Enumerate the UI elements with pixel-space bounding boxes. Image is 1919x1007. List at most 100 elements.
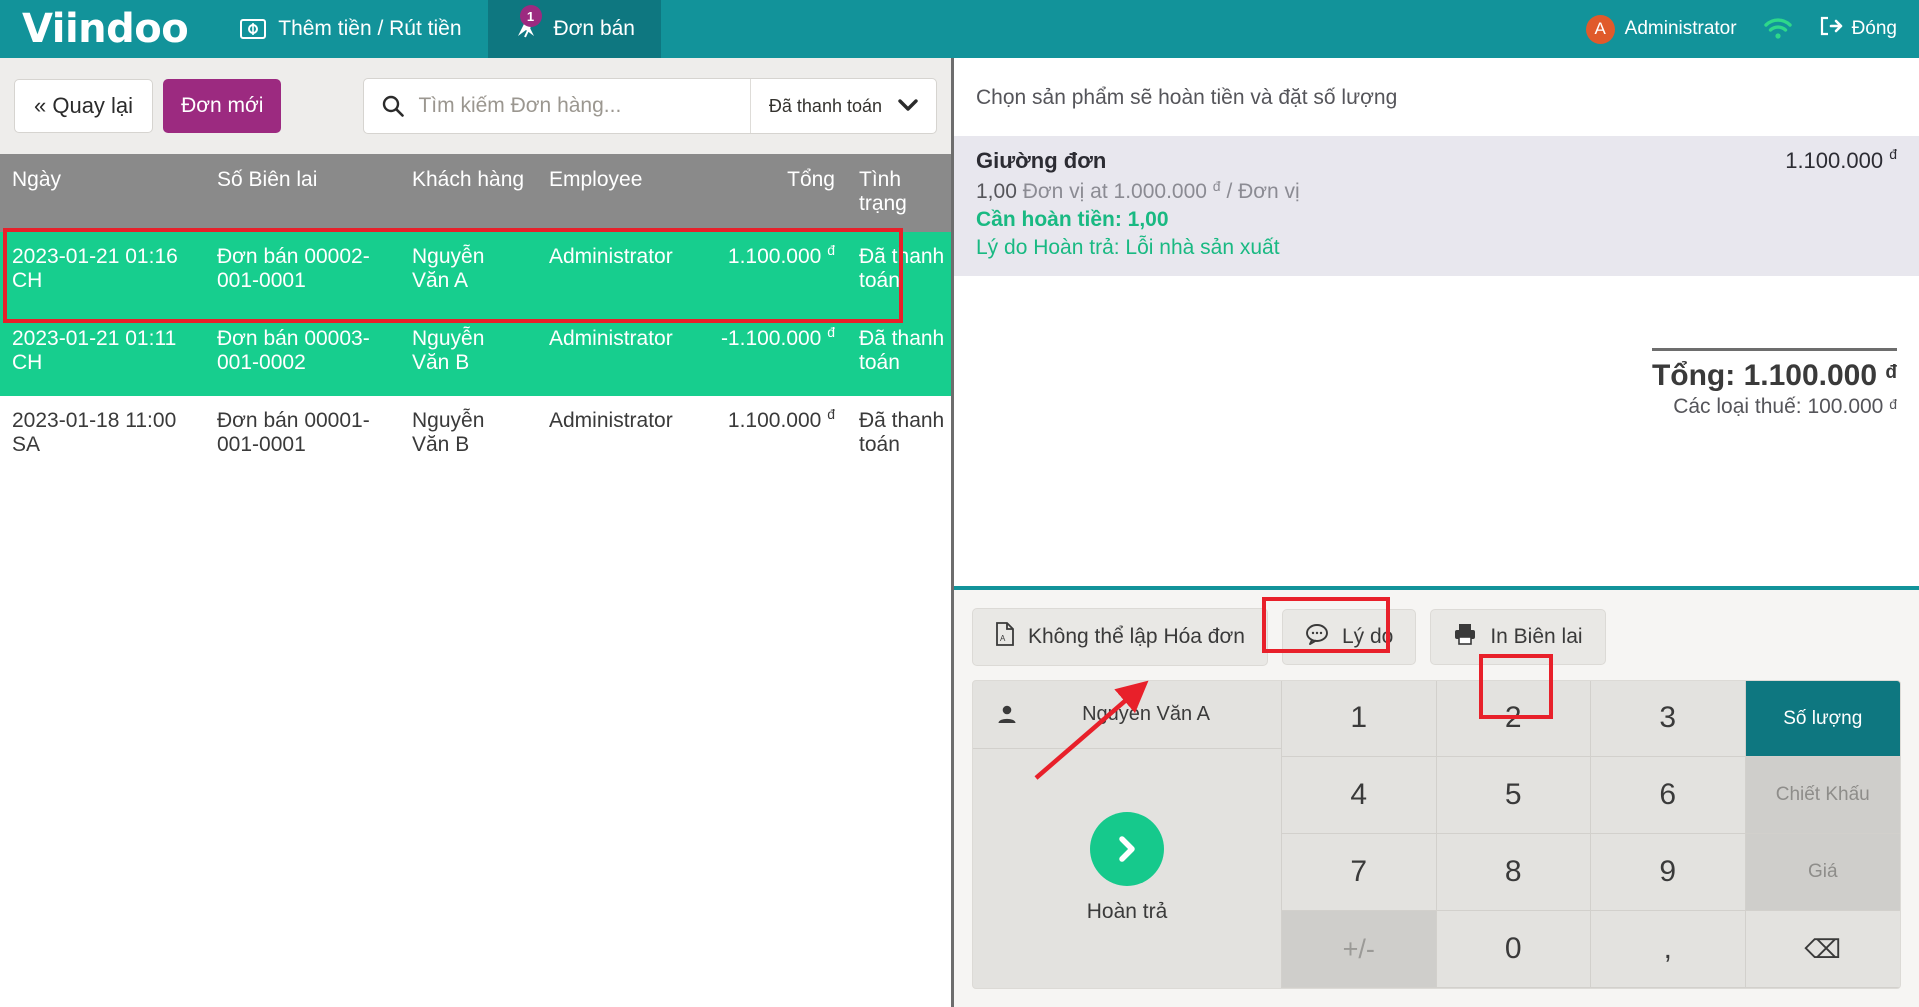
numpad-key-plusminus[interactable]: +/- [1282,911,1437,988]
cell-employee: Administrator [537,396,707,478]
hoan-tra-button[interactable]: Hoàn trả [973,749,1281,989]
numpad-key-backspace[interactable]: ⌫ [1746,911,1901,988]
numpad-mode-quantity[interactable]: Số lượng [1746,681,1901,758]
column-header-employee[interactable]: Employee [537,154,707,232]
user-menu[interactable]: A Administrator [1586,15,1737,44]
cell-state: Đã thanh toán [847,232,951,314]
cell-customer: Nguyễn Văn B [400,396,537,478]
numpad-key-8[interactable]: 8 [1437,834,1592,911]
numpad-mode-discount[interactable]: Chiết Khấu [1746,757,1901,834]
cell-total: 1.100.000 đ [707,232,847,314]
numpad: Nguyễn Văn A Hoàn trả 1 [972,680,1901,990]
totals-divider [1652,348,1897,351]
refund-reason-label: Lý do Hoàn trả: Lỗi nhà sản xuất [976,236,1897,260]
cell-receipt: Đơn bán 00001-001-0001 [205,396,400,478]
chevron-down-icon [898,96,918,117]
chevron-right-icon [1090,812,1164,886]
search-bar: Đã thanh toán [363,78,937,134]
cell-employee: Administrator [537,314,707,396]
numpad-key-9[interactable]: 9 [1591,834,1746,911]
print-receipt-button[interactable]: In Biên lai [1430,609,1605,665]
reason-button[interactable]: Lý do [1282,609,1416,665]
numpad-key-comma[interactable]: , [1591,911,1746,988]
user-name: Administrator [1625,18,1737,40]
currency-symbol: đ [827,324,835,340]
numpad-key-7[interactable]: 7 [1282,834,1437,911]
cell-customer: Nguyễn Văn A [400,232,537,314]
nav-cash-in-out-label: Thêm tiền / Rút tiền [278,17,461,41]
invoice-button[interactable]: A Không thể lập Hóa đơn [972,608,1268,666]
cell-customer: Nguyễn Văn B [400,314,537,396]
orders-table-body: 2023-01-21 01:16 CH Đơn bán 00002-001-00… [0,232,951,478]
numpad-key-2[interactable]: 2 [1437,681,1592,758]
close-session-label: Đóng [1852,18,1897,40]
numpad-key-3[interactable]: 3 [1591,681,1746,758]
reason-button-label: Lý do [1342,625,1393,649]
numpad-keys: 1 2 3 Số lượng 4 5 6 Chiết Khấu 7 8 9 Gi… [1282,681,1900,989]
customer-name: Nguyễn Văn A [1041,703,1281,726]
line-unit-price: Đơn vị at 1.000.000 [1023,180,1207,203]
customer-selector[interactable]: Nguyễn Văn A [973,681,1281,749]
order-taxes-label: Các loại thuế: 100.000 [1673,395,1883,418]
table-row[interactable]: 2023-01-18 11:00 SA Đơn bán 00001-001-00… [0,396,951,478]
numpad-key-4[interactable]: 4 [1282,757,1437,834]
cell-date: 2023-01-21 01:11 CH [0,314,205,396]
cell-state: Đã thanh toán [847,396,951,478]
printer-icon [1453,623,1477,651]
orders-table-head: Ngày Số Biên lai Khách hàng Employee Tổn… [0,154,951,232]
numpad-left-column: Nguyễn Văn A Hoàn trả [973,681,1282,989]
top-bar-right-cluster: A Administrator Đóng [1586,0,1919,58]
orders-count-badge: 1 [520,5,542,27]
avatar: A [1586,15,1615,44]
cell-employee: Administrator [537,232,707,314]
table-row[interactable]: 2023-01-21 01:11 CH Đơn bán 00003-001-00… [0,314,951,396]
search-field-area[interactable] [364,79,749,133]
search-input[interactable] [418,94,731,118]
numpad-area: Nguyễn Văn A Hoàn trả 1 [954,680,1919,1007]
currency-symbol: đ [1889,146,1897,162]
nav-orders[interactable]: 1 Đơn bán [488,0,662,58]
logout-icon [1819,16,1843,42]
search-icon [382,95,404,117]
wifi-icon[interactable] [1763,18,1793,40]
line-price: 1.100.000 đ [1785,148,1897,174]
currency-symbol: đ [827,242,835,258]
orders-table-container[interactable]: Ngày Số Biên lai Khách hàng Employee Tổn… [0,154,951,1007]
cell-state: Đã thanh toán [847,314,951,396]
numpad-key-0[interactable]: 0 [1437,911,1592,988]
column-header-customer[interactable]: Khách hàng [400,154,537,232]
numpad-key-5[interactable]: 5 [1437,757,1592,834]
currency-symbol: đ [1889,396,1897,412]
column-header-total[interactable]: Tổng [707,154,847,232]
payment-status-filter[interactable]: Đã thanh toán [750,79,936,133]
close-session-button[interactable]: Đóng [1819,16,1897,42]
order-detail-pane: Chọn sản phẩm sẽ hoàn tiền và đặt số lượ… [954,58,1919,1007]
order-totals: Tổng: 1.100.000 đ Các loại thuế: 100.000… [1652,348,1897,419]
table-row[interactable]: 2023-01-21 01:16 CH Đơn bán 00002-001-00… [0,232,951,314]
order-line-item[interactable]: Giường đơn 1.100.000 đ 1,00 Đơn vị at 1.… [954,136,1919,276]
cell-total-value: 1.100.000 [728,409,821,432]
cell-receipt: Đơn bán 00002-001-0001 [205,232,400,314]
numpad-key-6[interactable]: 6 [1591,757,1746,834]
column-header-date[interactable]: Ngày [0,154,205,232]
numpad-key-1[interactable]: 1 [1282,681,1437,758]
numpad-mode-price[interactable]: Giá [1746,834,1901,911]
new-order-button[interactable]: Đơn mới [163,79,281,133]
refund-qty-label: Cần hoàn tiền: 1,00 [976,208,1897,232]
svg-text:A: A [1000,634,1006,643]
currency-symbol: đ [827,406,835,422]
cell-date: 2023-01-18 11:00 SA [0,396,205,478]
nav-cash-in-out[interactable]: Thêm tiền / Rút tiền [214,0,487,58]
order-total: Tổng: 1.100.000 đ [1652,359,1897,393]
nav-orders-label: Đơn bán [554,17,636,41]
back-button[interactable]: « Quay lại [14,79,153,133]
pos-app-window: Viindoo Thêm tiền / Rút tiền 1 Đơn bán [0,0,1919,1007]
print-receipt-button-label: In Biên lai [1490,625,1582,649]
table-header-row: Ngày Số Biên lai Khách hàng Employee Tổn… [0,154,951,232]
orders-table: Ngày Số Biên lai Khách hàng Employee Tổn… [0,154,951,478]
order-total-label: Tổng: 1.100.000 [1652,359,1877,392]
viindoo-logo: Viindoo [0,0,214,58]
column-header-receipt[interactable]: Số Biên lai [205,154,400,232]
column-header-state[interactable]: Tình trạng [847,154,951,232]
invoice-button-label: Không thể lập Hóa đơn [1028,625,1245,649]
